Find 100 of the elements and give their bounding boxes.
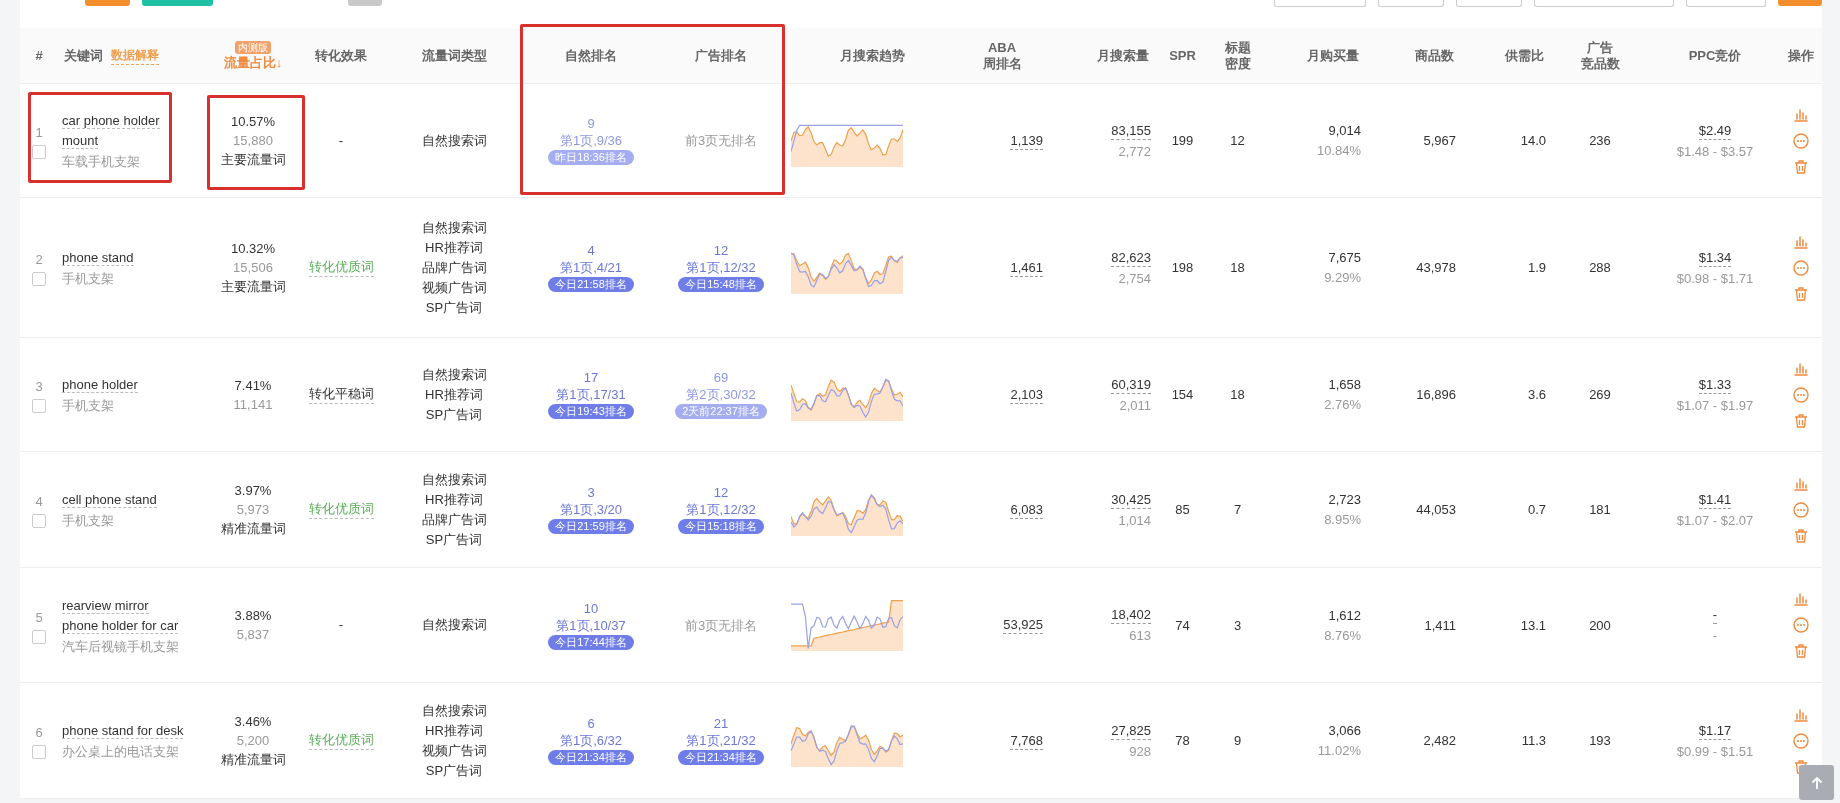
traffic-label: 主要流量词 — [220, 278, 286, 295]
ppc-range: - — [1712, 627, 1718, 644]
row-checkbox[interactable] — [32, 745, 46, 759]
toolbar-button[interactable] — [141, 0, 213, 6]
keyword-type: HR推荐词 — [425, 490, 483, 509]
row-number: 1 — [35, 124, 43, 141]
traffic-clicks: 5,837 — [236, 626, 270, 643]
conversion-label: - — [338, 616, 344, 634]
traffic-clicks: 5,973 — [236, 501, 270, 518]
keyword-text[interactable]: phone holder — [62, 375, 138, 395]
column-header[interactable]: 流量词类型 — [421, 47, 487, 64]
aba-rank: 1,461 — [1010, 258, 1043, 277]
rank-number: 6 — [587, 716, 595, 732]
spr-value: 85 — [1175, 501, 1190, 518]
toolbar-button[interactable] — [1778, 0, 1822, 6]
ppc-range: $1.07 - $1.97 — [1676, 396, 1754, 414]
keyword-type: 视频广告词 — [421, 741, 487, 760]
toolbar-button[interactable] — [1686, 0, 1767, 7]
scroll-top-button[interactable] — [1799, 765, 1834, 800]
conversion-label: 转化优质词 — [308, 258, 374, 277]
more-icon[interactable] — [1793, 132, 1809, 149]
row-number: 2 — [35, 251, 43, 268]
rank-page: 第1页,10/37 — [556, 617, 626, 634]
delete-icon[interactable] — [1793, 643, 1809, 659]
product-count: 1,411 — [1424, 616, 1456, 634]
aba-rank: 7,768 — [1010, 731, 1043, 750]
bar-chart-icon[interactable] — [1793, 360, 1809, 377]
toolbar-button[interactable] — [1534, 0, 1675, 7]
rank-page: 第1页,9/36 — [559, 133, 623, 149]
traffic-clicks: 15,506 — [233, 259, 273, 276]
monthly-purchases: 9,014 — [1328, 122, 1361, 139]
row-checkbox[interactable] — [32, 399, 46, 413]
column-header[interactable]: SPR — [1169, 47, 1196, 64]
supply-demand-ratio: 11.3 — [1521, 732, 1546, 749]
column-header[interactable]: 供需比 — [1505, 47, 1544, 64]
keyword-text[interactable]: phone stand — [62, 248, 134, 268]
more-icon[interactable] — [1793, 386, 1809, 403]
conversion-label: 转化平稳词 — [308, 385, 374, 404]
keyword-text[interactable]: cell phone stand — [62, 490, 157, 510]
ppc-bid: $2.49 — [1698, 121, 1732, 140]
keyword-type: HR推荐词 — [425, 721, 483, 740]
keyword-text[interactable]: phone stand for desk — [62, 721, 184, 741]
keyword-type: 视频广告词 — [421, 278, 487, 297]
ad-product-count: 200 — [1589, 616, 1611, 634]
ppc-range: $1.48 - $3.57 — [1676, 142, 1754, 160]
column-header[interactable]: 自然排名 — [565, 47, 617, 64]
toolbar-button[interactable] — [85, 0, 130, 6]
row-number: 4 — [35, 493, 43, 510]
bar-chart-icon[interactable] — [1793, 475, 1809, 492]
purchase-rate: 2.76% — [1324, 396, 1361, 413]
keyword-type: SP广告词 — [425, 530, 483, 549]
column-header[interactable]: # — [35, 47, 43, 64]
delete-icon[interactable] — [1793, 412, 1809, 429]
column-header[interactable]: 转化效果 — [315, 47, 367, 64]
bar-chart-icon[interactable] — [1793, 706, 1809, 723]
delete-icon[interactable] — [1793, 158, 1809, 175]
column-header[interactable]: 关键词 — [64, 47, 103, 64]
column-header[interactable]: 月购买量 — [1307, 47, 1359, 64]
traffic-clicks: 5,200 — [236, 732, 270, 749]
toolbar-button[interactable] — [347, 0, 382, 6]
keyword-type: 品牌广告词 — [421, 258, 487, 277]
keyword-text[interactable]: car phone holder mount — [62, 111, 184, 151]
more-icon[interactable] — [1793, 501, 1809, 518]
column-header[interactable]: PPC竞价 — [1688, 47, 1742, 64]
delete-icon[interactable] — [1793, 285, 1809, 302]
column-header[interactable]: 操作 — [1788, 47, 1814, 64]
bar-chart-icon[interactable] — [1793, 106, 1809, 123]
more-icon[interactable] — [1793, 732, 1809, 749]
toolbar-button[interactable] — [1378, 0, 1444, 7]
rank-number: 9 — [587, 116, 595, 132]
no-rank-text: 前3页无排名 — [684, 132, 758, 149]
bar-chart-icon[interactable] — [1793, 233, 1809, 250]
traffic-label: 精准流量词 — [220, 520, 286, 537]
ad-product-count: 236 — [1589, 132, 1611, 149]
more-icon[interactable] — [1793, 259, 1809, 276]
rank-number: 12 — [713, 243, 729, 259]
delete-icon[interactable] — [1793, 527, 1809, 544]
conversion-label: - — [338, 131, 344, 150]
row-checkbox[interactable] — [32, 272, 46, 286]
column-header[interactable]: 广告排名 — [695, 47, 747, 64]
column-header[interactable]: 月搜索趋势 — [839, 47, 905, 64]
row-checkbox[interactable] — [32, 514, 46, 528]
supply-demand-ratio: 0.7 — [1527, 501, 1546, 518]
rank-number: 12 — [713, 485, 729, 501]
search-volume-sub: 2,772 — [1118, 142, 1151, 160]
row-checkbox[interactable] — [32, 145, 46, 159]
column-header[interactable]: 商品数 — [1415, 47, 1454, 64]
column-header[interactable]: 月搜索量 — [1097, 47, 1149, 64]
keyword-text[interactable]: rearview mirror phone holder for car — [62, 595, 184, 636]
rank-number: 4 — [587, 243, 595, 259]
more-icon[interactable] — [1793, 617, 1809, 633]
ppc-range: $0.98 - $1.71 — [1676, 269, 1754, 287]
row-checkbox[interactable] — [32, 629, 46, 644]
no-rank-text: 前3页无排名 — [684, 616, 758, 634]
toolbar-button[interactable] — [1273, 0, 1367, 7]
bar-chart-icon[interactable] — [1793, 591, 1809, 607]
toolbar-button[interactable] — [1455, 0, 1523, 7]
purchase-rate: 10.84% — [1316, 142, 1361, 159]
keyword-type: SP广告词 — [425, 761, 483, 780]
search-volume-sub: 613 — [1129, 627, 1151, 644]
